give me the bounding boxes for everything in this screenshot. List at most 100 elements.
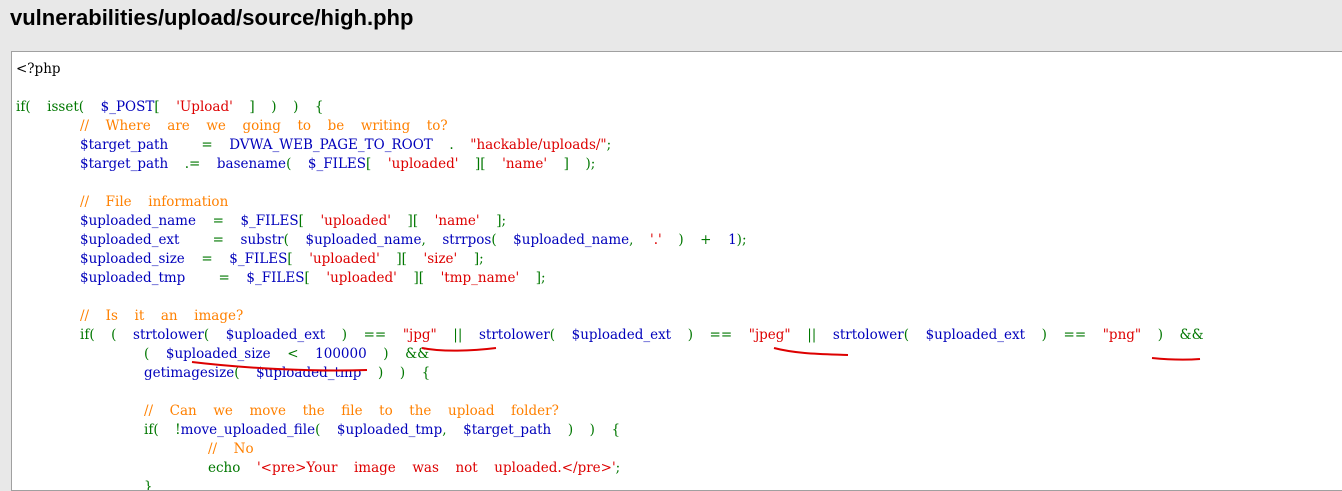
code-line: }	[16, 478, 1204, 491]
code-token: $_FILES	[307, 156, 367, 172]
code-token: 'tmp_name'	[440, 270, 520, 286]
code-token: "jpg"	[402, 327, 437, 343]
code-line: $uploaded_ext = substr( $uploaded_name, …	[16, 231, 1204, 250]
code-token: (	[203, 327, 226, 343]
code-token: $uploaded_size	[80, 251, 202, 267]
code-token: <?php	[16, 61, 61, 77]
code-line: $uploaded_name = $_FILES[ 'uploaded' ][ …	[16, 212, 1204, 231]
code-token: (	[286, 156, 308, 172]
code-token: getimagesize	[144, 365, 235, 381]
code-token: $uploaded_tmp	[336, 422, 443, 438]
code-token: 1	[728, 232, 737, 248]
code-token: // Is it an image?	[80, 308, 244, 324]
code-token: 100000	[315, 346, 384, 362]
code-token: );	[736, 232, 747, 248]
code-token: if( !	[144, 422, 181, 438]
code-token: <	[287, 346, 316, 362]
code-token: // File information	[80, 194, 229, 210]
code-line: // File information	[16, 193, 1204, 212]
code-token: $uploaded_name	[80, 213, 213, 229]
code-token: ) ==	[1041, 327, 1103, 343]
code-line: // No	[16, 440, 1204, 459]
code-token: strrpos	[442, 232, 492, 248]
code-token: .=	[184, 156, 217, 172]
code-token: ,	[421, 232, 443, 248]
code-token: ) ==	[341, 327, 403, 343]
code-token: [	[366, 156, 388, 172]
code-token: =	[212, 232, 241, 248]
code-line: // Where are we going to be writing to?	[16, 117, 1204, 136]
code-token: // No	[208, 441, 254, 457]
code-token: }	[144, 479, 153, 491]
code-token: ,	[629, 232, 651, 248]
code-token: substr	[240, 232, 284, 248]
code-token: ] ) ) {	[232, 99, 324, 115]
code-token: $uploaded_name	[305, 232, 422, 248]
code-token: (	[491, 232, 514, 248]
code-token: ) ==	[687, 327, 749, 343]
code-token: ] );	[547, 156, 596, 172]
code-line: $target_path .= basename( $_FILES[ 'uplo…	[16, 155, 1204, 174]
code-token: ;	[615, 460, 621, 476]
code-token: ,	[442, 422, 464, 438]
code-token: if( (	[80, 327, 134, 343]
code-token: if( isset(	[16, 99, 101, 115]
code-token: strtolower	[478, 327, 550, 343]
code-token: echo	[208, 460, 257, 476]
code-token: strtolower	[832, 327, 904, 343]
code-token: (	[549, 327, 572, 343]
code-token: (	[315, 422, 337, 438]
code-line: echo '<pre>Your image was not uploaded.<…	[16, 459, 1204, 478]
code-token: "png"	[1102, 327, 1142, 343]
code-token: // Can we move the file to the upload fo…	[144, 403, 559, 419]
code-token: 'uploaded'	[309, 251, 380, 267]
code-token: =	[201, 251, 230, 267]
code-token: $_FILES	[229, 251, 288, 267]
source-code-panel: <?php if( isset( $_POST[ 'Upload' ] ) ) …	[11, 51, 1342, 491]
code-line: $uploaded_size = $_FILES[ 'uploaded' ][ …	[16, 250, 1204, 269]
code-token: ||	[436, 327, 479, 343]
code-token: [	[154, 99, 177, 115]
code-token: =	[212, 213, 241, 229]
code-token: $uploaded_tmp	[80, 270, 219, 286]
code-token: 'name'	[502, 156, 548, 172]
code-token: strtolower	[133, 327, 204, 343]
code-token: ) ) {	[377, 365, 431, 381]
php-source-code: <?php if( isset( $_POST[ 'Upload' ] ) ) …	[16, 60, 1204, 491]
code-token: (	[234, 365, 257, 381]
code-token: ][	[396, 270, 441, 286]
code-token: $uploaded_ext	[925, 327, 1042, 343]
code-token: 'size'	[423, 251, 458, 267]
code-token: '<pre>Your image was not uploaded.</pre>…	[256, 460, 616, 476]
code-line: // Can we move the file to the upload fo…	[16, 402, 1204, 421]
code-token: (	[283, 232, 306, 248]
code-token: ][	[390, 213, 435, 229]
code-token: ||	[790, 327, 833, 343]
code-line: $uploaded_tmp = $_FILES[ 'uploaded' ][ '…	[16, 269, 1204, 288]
code-token: "hackable/uploads/"	[470, 137, 607, 153]
code-line: <?php	[16, 60, 1204, 79]
code-token: $target_path	[80, 137, 202, 153]
code-token: 'name'	[434, 213, 480, 229]
code-token: =	[218, 270, 247, 286]
code-token: "jpeg"	[748, 327, 791, 343]
code-token: [	[298, 213, 321, 229]
code-line: getimagesize( $uploaded_tmp ) ) {	[16, 364, 1204, 383]
page-title: vulnerabilities/upload/source/high.php	[10, 5, 414, 30]
code-line: $target_path = DVWA_WEB_PAGE_TO_ROOT . "…	[16, 136, 1204, 155]
code-token: $uploaded_ext	[225, 327, 342, 343]
code-token: $target_path	[80, 156, 185, 172]
code-token: 'uploaded'	[320, 213, 391, 229]
code-token: DVWA_WEB_PAGE_TO_ROOT	[229, 137, 450, 153]
code-token: ][	[379, 251, 424, 267]
code-token: $uploaded_ext	[80, 232, 213, 248]
code-token: move_uploaded_file	[180, 422, 316, 438]
code-line: ( $uploaded_size < 100000 ) &&	[16, 345, 1204, 364]
code-token: $_POST	[100, 99, 155, 115]
code-token: (	[903, 327, 926, 343]
code-token: [	[287, 251, 310, 267]
code-token: basename	[216, 156, 287, 172]
